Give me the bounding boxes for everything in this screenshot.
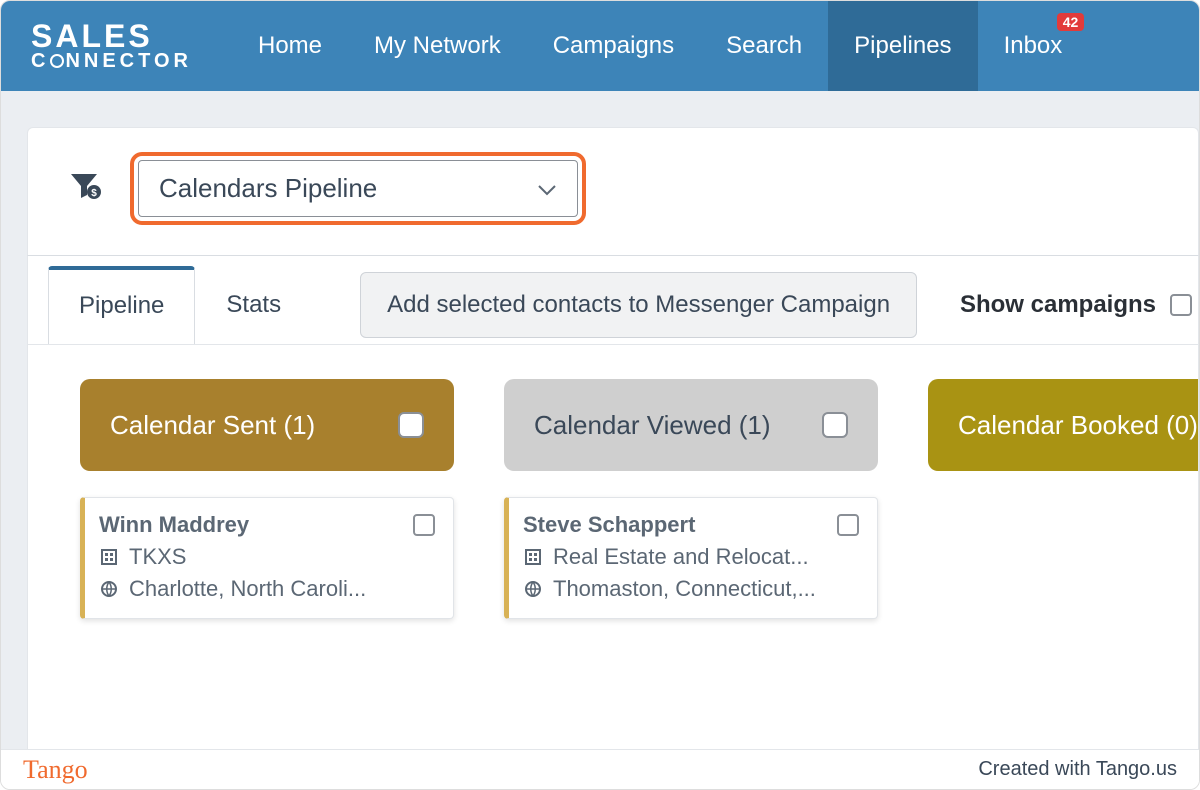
column-header-sent: Calendar Sent (1) xyxy=(80,379,454,471)
column-title: Calendar Booked (0) xyxy=(958,410,1198,441)
body-area: $ Calendars Pipeline Pipeline Stats Add … xyxy=(1,91,1199,749)
add-to-messenger-button[interactable]: Add selected contacts to Messenger Campa… xyxy=(360,272,917,338)
column-title: Calendar Sent (1) xyxy=(110,410,315,441)
logo-line2: CNNECTOR xyxy=(31,52,192,71)
nav-pipelines[interactable]: Pipelines xyxy=(828,1,977,91)
globe-icon xyxy=(99,580,119,598)
company-icon xyxy=(99,548,119,566)
show-campaigns-toggle[interactable]: Show campaigns xyxy=(960,291,1192,319)
nav-home[interactable]: Home xyxy=(232,1,348,91)
logo-line1: SALES xyxy=(31,21,192,51)
svg-text:$: $ xyxy=(91,188,97,199)
tab-stats[interactable]: Stats xyxy=(195,268,312,343)
card-checkbox[interactable] xyxy=(837,514,859,536)
column-header-viewed: Calendar Viewed (1) xyxy=(504,379,878,471)
kanban-board: Calendar Sent (1) Winn Maddrey TKXS Char… xyxy=(27,345,1199,749)
column-calendar-booked: Calendar Booked (0) xyxy=(928,379,1199,749)
contact-card[interactable]: Steve Schappert Real Estate and Relocat.… xyxy=(504,497,878,619)
nav-campaigns[interactable]: Campaigns xyxy=(527,1,700,91)
company-icon xyxy=(523,548,543,566)
card-company: TKXS xyxy=(129,544,186,570)
tab-panel: Pipeline Stats Add selected contacts to … xyxy=(27,255,1199,345)
chevron-down-icon xyxy=(537,173,557,204)
show-campaigns-checkbox[interactable] xyxy=(1170,294,1192,316)
filter-icon[interactable]: $ xyxy=(70,172,102,205)
app-header: SALES CNNECTOR Home My Network Campaigns… xyxy=(1,1,1199,91)
column-header-booked: Calendar Booked (0) xyxy=(928,379,1199,471)
main-nav: Home My Network Campaigns Search Pipelin… xyxy=(232,1,1088,91)
logo-o-icon xyxy=(50,54,64,68)
footer-credit: Created with Tango.us xyxy=(978,758,1177,781)
globe-icon xyxy=(523,580,543,598)
nav-my-network[interactable]: My Network xyxy=(348,1,527,91)
footer: Tango Created with Tango.us xyxy=(1,749,1199,789)
contact-card[interactable]: Winn Maddrey TKXS Charlotte, North Carol… xyxy=(80,497,454,619)
column-title: Calendar Viewed (1) xyxy=(534,410,771,441)
column-checkbox[interactable] xyxy=(822,412,848,438)
inbox-badge: 42 xyxy=(1057,13,1085,31)
show-campaigns-label: Show campaigns xyxy=(960,291,1156,319)
card-company: Real Estate and Relocat... xyxy=(553,544,809,570)
column-calendar-sent: Calendar Sent (1) Winn Maddrey TKXS Char… xyxy=(80,379,454,749)
column-calendar-viewed: Calendar Viewed (1) Steve Schappert Real… xyxy=(504,379,878,749)
filter-panel: $ Calendars Pipeline xyxy=(27,127,1199,255)
card-name: Steve Schappert xyxy=(523,512,695,538)
nav-inbox[interactable]: Inbox 42 xyxy=(978,1,1089,91)
tab-pipeline[interactable]: Pipeline xyxy=(48,266,195,344)
card-location: Charlotte, North Caroli... xyxy=(129,576,366,602)
card-location: Thomaston, Connecticut,... xyxy=(553,576,816,602)
card-checkbox[interactable] xyxy=(413,514,435,536)
nav-search[interactable]: Search xyxy=(700,1,828,91)
card-name: Winn Maddrey xyxy=(99,512,249,538)
column-checkbox[interactable] xyxy=(398,412,424,438)
pipeline-select-highlight: Calendars Pipeline xyxy=(130,152,586,225)
tango-logo: Tango xyxy=(23,755,88,785)
logo: SALES CNNECTOR xyxy=(31,21,192,70)
pipeline-select-value: Calendars Pipeline xyxy=(159,173,377,204)
pipeline-select[interactable]: Calendars Pipeline xyxy=(138,160,578,217)
tabbar: Pipeline Stats Add selected contacts to … xyxy=(48,266,1198,344)
